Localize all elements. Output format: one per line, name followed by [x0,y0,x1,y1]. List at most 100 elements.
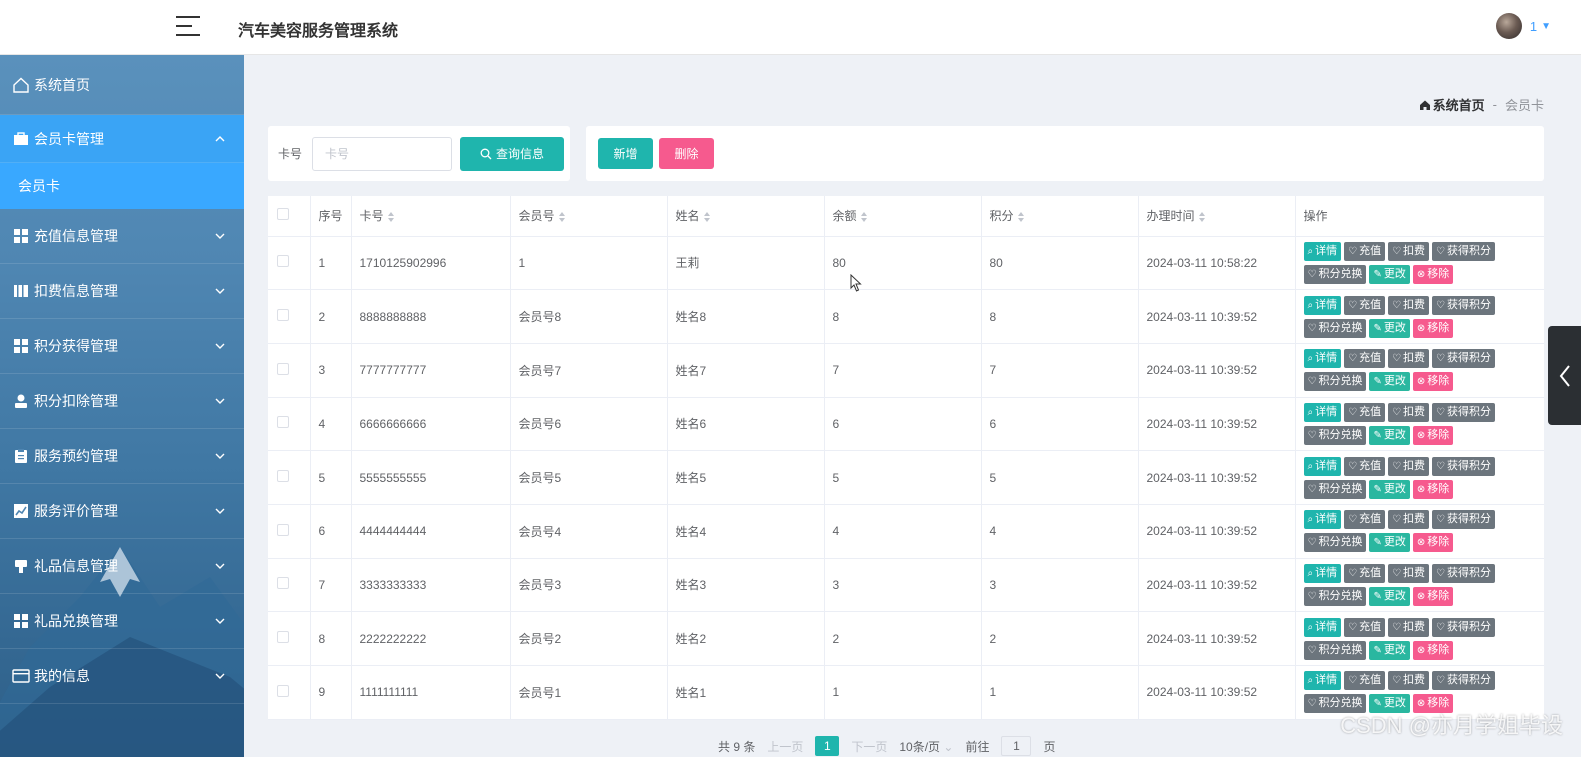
detail-button[interactable]: ⌕ 详情 [1303,402,1342,422]
row-checkbox[interactable] [277,577,289,590]
edit-button[interactable]: ✎ 更改 [1369,586,1410,606]
menu-toggle-icon[interactable] [176,16,200,38]
page-size-select[interactable]: 10条/页 ⌄ [899,738,953,755]
remove-button[interactable]: ⊗ 移除 [1412,318,1454,338]
deduct-button[interactable]: ♡ 扣费 [1388,402,1430,422]
card-number-input[interactable] [312,136,453,171]
select-all-checkbox[interactable] [277,208,289,221]
redeem-points-button[interactable]: ♡ 积分兑换 [1303,640,1367,660]
gain-points-button[interactable]: ♡ 获得积分 [1432,349,1496,369]
row-checkbox[interactable] [277,416,289,429]
column-header-member[interactable]: 会员号 [510,196,668,237]
gain-points-button[interactable]: ♡ 获得积分 [1432,295,1496,315]
row-checkbox[interactable] [277,309,289,322]
row-checkbox[interactable] [277,362,289,375]
detail-button[interactable]: ⌕ 详情 [1303,563,1342,583]
edit-button[interactable]: ✎ 更改 [1369,533,1410,553]
sidebar-item-appointment[interactable]: 服务预约管理 [0,429,244,484]
redeem-points-button[interactable]: ♡ 积分兑换 [1303,264,1367,284]
edit-button[interactable]: ✎ 更改 [1369,425,1410,445]
redeem-points-button[interactable]: ♡ 积分兑换 [1303,318,1367,338]
sidebar-item-home[interactable]: 系统首页 [0,55,244,115]
row-checkbox[interactable] [277,255,289,268]
edit-button[interactable]: ✎ 更改 [1369,479,1410,499]
sidebar-item-points-deduct[interactable]: 积分扣除管理 [0,374,244,429]
deduct-button[interactable]: ♡ 扣费 [1388,241,1430,261]
sidebar-item-deduction[interactable]: 扣费信息管理 [0,264,244,319]
sidebar-item-points-gain[interactable]: 积分获得管理 [0,319,244,374]
edit-button[interactable]: ✎ 更改 [1369,640,1410,660]
delete-button[interactable]: 删除 [659,138,714,169]
deduct-button[interactable]: ♡ 扣费 [1388,671,1430,691]
row-checkbox[interactable] [277,631,289,644]
detail-button[interactable]: ⌕ 详情 [1303,510,1342,530]
recharge-button[interactable]: ♡ 充值 [1344,456,1386,476]
gain-points-button[interactable]: ♡ 获得积分 [1432,241,1496,261]
remove-button[interactable]: ⊗ 移除 [1412,586,1454,606]
row-checkbox[interactable] [277,523,289,536]
sort-icon[interactable] [1198,212,1205,223]
column-header-time[interactable]: 办理时间 [1138,196,1296,237]
detail-button[interactable]: ⌕ 详情 [1303,617,1342,637]
recharge-button[interactable]: ♡ 充值 [1344,617,1386,637]
edit-button[interactable]: ✎ 更改 [1369,318,1410,338]
redeem-points-button[interactable]: ♡ 积分兑换 [1303,533,1367,553]
column-header-points[interactable]: 积分 [981,196,1139,237]
avatar[interactable] [1495,13,1522,39]
caret-down-icon[interactable]: ▼ [1541,21,1551,32]
sidebar-subitem-member-card[interactable]: 会员卡 [0,163,244,209]
remove-button[interactable]: ⊗ 移除 [1412,264,1454,284]
gain-points-button[interactable]: ♡ 获得积分 [1432,402,1496,422]
edit-button[interactable]: ✎ 更改 [1369,372,1410,392]
column-header-card[interactable]: 卡号 [351,196,511,237]
edit-button[interactable]: ✎ 更改 [1369,264,1410,284]
detail-button[interactable]: ⌕ 详情 [1303,295,1342,315]
detail-button[interactable]: ⌕ 详情 [1303,241,1342,261]
recharge-button[interactable]: ♡ 充值 [1344,295,1386,315]
remove-button[interactable]: ⊗ 移除 [1412,479,1454,499]
side-panel-toggle[interactable] [1548,326,1581,425]
deduct-button[interactable]: ♡ 扣费 [1388,617,1430,637]
row-checkbox[interactable] [277,684,289,697]
deduct-button[interactable]: ♡ 扣费 [1388,563,1430,583]
gain-points-button[interactable]: ♡ 获得积分 [1432,456,1496,476]
column-header-balance[interactable]: 余额 [824,196,982,237]
breadcrumb-home[interactable]: 系统首页 [1419,95,1485,114]
recharge-button[interactable]: ♡ 充值 [1344,671,1386,691]
sort-icon[interactable] [387,212,394,223]
recharge-button[interactable]: ♡ 充值 [1344,241,1386,261]
redeem-points-button[interactable]: ♡ 积分兑换 [1303,586,1367,606]
sidebar-item-gift-redeem[interactable]: 礼品兑换管理 [0,594,244,649]
sort-icon[interactable] [558,212,565,223]
sidebar-item-recharge[interactable]: 充值信息管理 [0,209,244,264]
page-number-current[interactable]: 1 [815,736,840,756]
gain-points-button[interactable]: ♡ 获得积分 [1432,671,1496,691]
add-button[interactable]: 新增 [598,138,653,169]
goto-page-input[interactable]: 1 [1001,736,1032,756]
sidebar-item-my-info[interactable]: 我的信息 [0,649,244,704]
remove-button[interactable]: ⊗ 移除 [1412,533,1454,553]
user-menu[interactable]: 1 ▼ [1495,13,1551,39]
recharge-button[interactable]: ♡ 充值 [1344,402,1386,422]
deduct-button[interactable]: ♡ 扣费 [1388,510,1430,530]
user-name[interactable]: 1 [1530,19,1537,34]
detail-button[interactable]: ⌕ 详情 [1303,671,1342,691]
recharge-button[interactable]: ♡ 充值 [1344,563,1386,583]
gain-points-button[interactable]: ♡ 获得积分 [1432,617,1496,637]
sort-icon[interactable] [703,212,710,223]
recharge-button[interactable]: ♡ 充值 [1344,510,1386,530]
next-page-button[interactable]: 下一页 [851,738,887,755]
prev-page-button[interactable]: 上一页 [767,738,803,755]
gain-points-button[interactable]: ♡ 获得积分 [1432,510,1496,530]
deduct-button[interactable]: ♡ 扣费 [1388,349,1430,369]
detail-button[interactable]: ⌕ 详情 [1303,349,1342,369]
deduct-button[interactable]: ♡ 扣费 [1388,456,1430,476]
sidebar-item-gift-info[interactable]: 礼品信息管理 [0,539,244,594]
remove-button[interactable]: ⊗ 移除 [1412,425,1454,445]
recharge-button[interactable]: ♡ 充值 [1344,349,1386,369]
redeem-points-button[interactable]: ♡ 积分兑换 [1303,372,1367,392]
column-header-name[interactable]: 姓名 [667,196,825,237]
sort-icon[interactable] [1017,212,1024,223]
sidebar-item-review[interactable]: 服务评价管理 [0,484,244,539]
remove-button[interactable]: ⊗ 移除 [1412,640,1454,660]
